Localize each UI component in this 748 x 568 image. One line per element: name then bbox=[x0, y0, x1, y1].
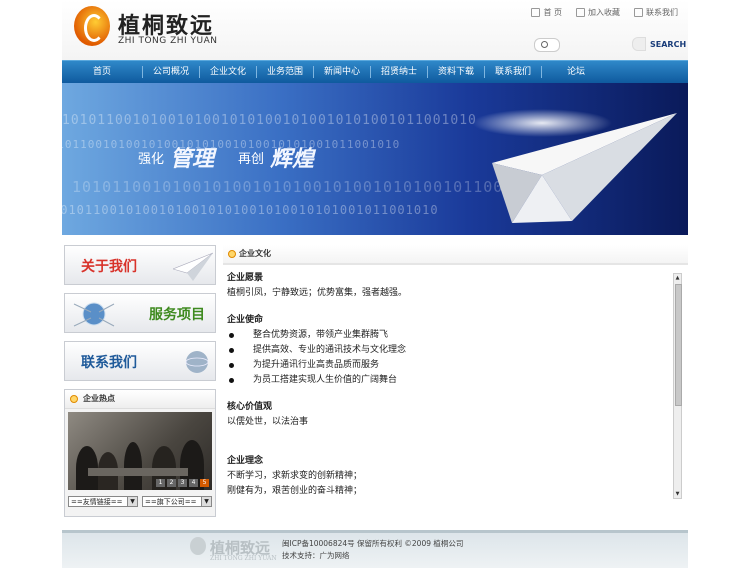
slide-page-3[interactable]: 3 bbox=[178, 479, 187, 487]
scroll-down-icon[interactable]: ▼ bbox=[674, 490, 681, 498]
contact-icon bbox=[634, 8, 643, 17]
logo[interactable]: 植桐致远 ZHI TONG ZHI YUAN bbox=[74, 6, 234, 50]
list-item: 提供高效、专业的通讯技术与文化理念 bbox=[227, 343, 667, 358]
slide-page-4[interactable]: 4 bbox=[189, 479, 198, 487]
section-text: 以儒处世，以法治事 bbox=[227, 417, 309, 427]
section-heading: 企业使命 bbox=[227, 315, 264, 325]
contact-us-button[interactable]: 联系我们 bbox=[64, 341, 216, 381]
hot-news-title: 企业热点 bbox=[65, 390, 215, 409]
hot-news-title-text: 企业热点 bbox=[83, 394, 115, 403]
search-input[interactable] bbox=[534, 38, 560, 52]
tech-support-text: 技术支持：广为网络 bbox=[282, 551, 350, 560]
nav-item-business[interactable]: 业务范围 bbox=[257, 61, 313, 83]
home-icon bbox=[531, 8, 541, 17]
contact-us-label: 联系我们 bbox=[81, 355, 137, 371]
slide-page-2[interactable]: 2 bbox=[167, 479, 176, 487]
hot-news-photo[interactable]: 1 2 3 4 5 bbox=[68, 412, 212, 490]
nav-item-contact[interactable]: 联系我们 bbox=[485, 61, 541, 83]
content-title-text: 企业文化 bbox=[239, 249, 271, 258]
list-item: 为提升通讯行业高贵品质而服务 bbox=[227, 358, 667, 373]
paper-plane-icon bbox=[173, 252, 213, 281]
content-panel: 企业文化 企业愿景 植桐引凤，宁静致远；优势富集，强者越强。 企业使命 整合优势… bbox=[223, 245, 688, 525]
friend-links-select[interactable]: ==友情链接== bbox=[68, 496, 138, 507]
branch-companies-select[interactable]: ==旗下公司== bbox=[142, 496, 212, 507]
binary-pattern: 1010110010100101001010100101001010100101… bbox=[62, 113, 477, 128]
nav-item-downloads[interactable]: 资料下载 bbox=[428, 61, 484, 83]
add-favorite-link[interactable]: 加入收藏 bbox=[576, 7, 620, 18]
page: 植桐致远 ZHI TONG ZHI YUAN 首 页 加入收藏 联系我们 SEA… bbox=[62, 0, 688, 568]
globe-icon bbox=[185, 351, 209, 373]
bullet-icon bbox=[70, 395, 78, 403]
nav-item-company[interactable]: 公司概况 bbox=[143, 61, 199, 83]
section-heading: 核心价值观 bbox=[227, 402, 273, 412]
binary-pattern: 1010110010100101001010100101001010100101… bbox=[62, 203, 439, 217]
content-body: 企业愿景 植桐引凤，宁静致远；优势富集，强者越强。 企业使命 整合优势资源，带领… bbox=[227, 271, 667, 525]
network-globe-icon bbox=[73, 302, 115, 327]
footer-text: 闽ICP备10006824号 保留所有权利 ©2009 植桐公司 技术支持：广为… bbox=[282, 538, 463, 562]
bullet-icon bbox=[228, 250, 236, 258]
favorite-icon bbox=[576, 8, 585, 17]
about-us-label: 关于我们 bbox=[81, 259, 137, 275]
slogan-calligraphy: 辉煌 bbox=[270, 146, 315, 172]
header: 植桐致远 ZHI TONG ZHI YUAN 首 页 加入收藏 联系我们 SEA… bbox=[62, 0, 688, 60]
section-text: 植桐引凤，宁静致远；优势富集，强者越强。 bbox=[227, 288, 408, 298]
section-heading: 企业理念 bbox=[227, 456, 264, 466]
slide-page-1[interactable]: 1 bbox=[156, 479, 165, 487]
contact-link[interactable]: 联系我们 bbox=[634, 7, 678, 18]
nav-item-home[interactable]: 首页 bbox=[62, 61, 142, 83]
footer: 植桐致远 ZHI TONG ZHI YUAN 闽ICP备10006824号 保留… bbox=[62, 530, 688, 568]
slogan-text: 强化 bbox=[138, 151, 165, 167]
section-text: 刚健有为，艰苦创业的奋斗精神； bbox=[227, 486, 363, 496]
paper-plane-icon bbox=[472, 109, 677, 223]
list-item: 为员工搭建实现人生价值的广阔舞台 bbox=[227, 373, 667, 388]
top-links: 首 页 加入收藏 联系我们 bbox=[531, 7, 678, 18]
section-text: 不断学习，求新求变的创新精神； bbox=[227, 471, 363, 481]
about-us-button[interactable]: 关于我们 bbox=[64, 245, 216, 285]
scrollbar-thumb[interactable] bbox=[675, 284, 682, 406]
slogan-text: 再创 bbox=[238, 151, 265, 167]
hot-news-panel: 企业热点 1 2 3 4 5 ==友情链接== ==旗下公司== bbox=[64, 389, 216, 517]
nav-item-jobs[interactable]: 招贤纳士 bbox=[371, 61, 427, 83]
logo-english-name: ZHI TONG ZHI YUAN bbox=[118, 36, 218, 46]
banner-slogan: 强化 管理 再创 辉煌 bbox=[138, 141, 314, 173]
left-sidebar: 关于我们 服务项目 联系我们 企业热点 1 2 3 4 5 ==友情链接== ▼… bbox=[64, 245, 216, 517]
slogan-calligraphy: 管理 bbox=[170, 146, 215, 172]
link-selects: ==友情链接== ==旗下公司== bbox=[68, 496, 212, 507]
content-scrollbar[interactable]: ▲ ▼ bbox=[673, 273, 682, 499]
copyright-text: 闽ICP备10006824号 保留所有权利 ©2009 植桐公司 bbox=[282, 539, 464, 548]
content-title: 企业文化 bbox=[223, 245, 688, 265]
scroll-up-icon[interactable]: ▲ bbox=[674, 274, 681, 282]
nav-item-forum[interactable]: 论坛 bbox=[542, 61, 610, 83]
search-button-cap-icon bbox=[632, 37, 646, 51]
search-button[interactable]: SEARCH bbox=[632, 36, 686, 52]
nav-item-culture[interactable]: 企业文化 bbox=[200, 61, 256, 83]
services-label: 服务项目 bbox=[149, 307, 205, 323]
footer-logo-english: ZHI TONG ZHI YUAN bbox=[210, 555, 277, 562]
services-button[interactable]: 服务项目 bbox=[64, 293, 216, 333]
slideshow-pager: 1 2 3 4 5 bbox=[156, 479, 209, 487]
logo-flame-icon bbox=[74, 6, 110, 46]
footer-logo-icon bbox=[190, 537, 206, 555]
main-nav: 首页 公司概况 企业文化 业务范围 新闻中心 招贤纳士 资料下载 联系我们 论坛 bbox=[62, 60, 688, 83]
slide-page-5[interactable]: 5 bbox=[200, 479, 209, 487]
hero-banner: 1010110010100101001010100101001010100101… bbox=[62, 83, 688, 235]
search-button-label: SEARCH bbox=[650, 39, 687, 49]
home-link[interactable]: 首 页 bbox=[531, 7, 562, 18]
list-item: 整合优势资源，带领产业集群腾飞 bbox=[227, 328, 667, 343]
section-heading: 企业愿景 bbox=[227, 273, 264, 283]
nav-item-news[interactable]: 新闻中心 bbox=[314, 61, 370, 83]
